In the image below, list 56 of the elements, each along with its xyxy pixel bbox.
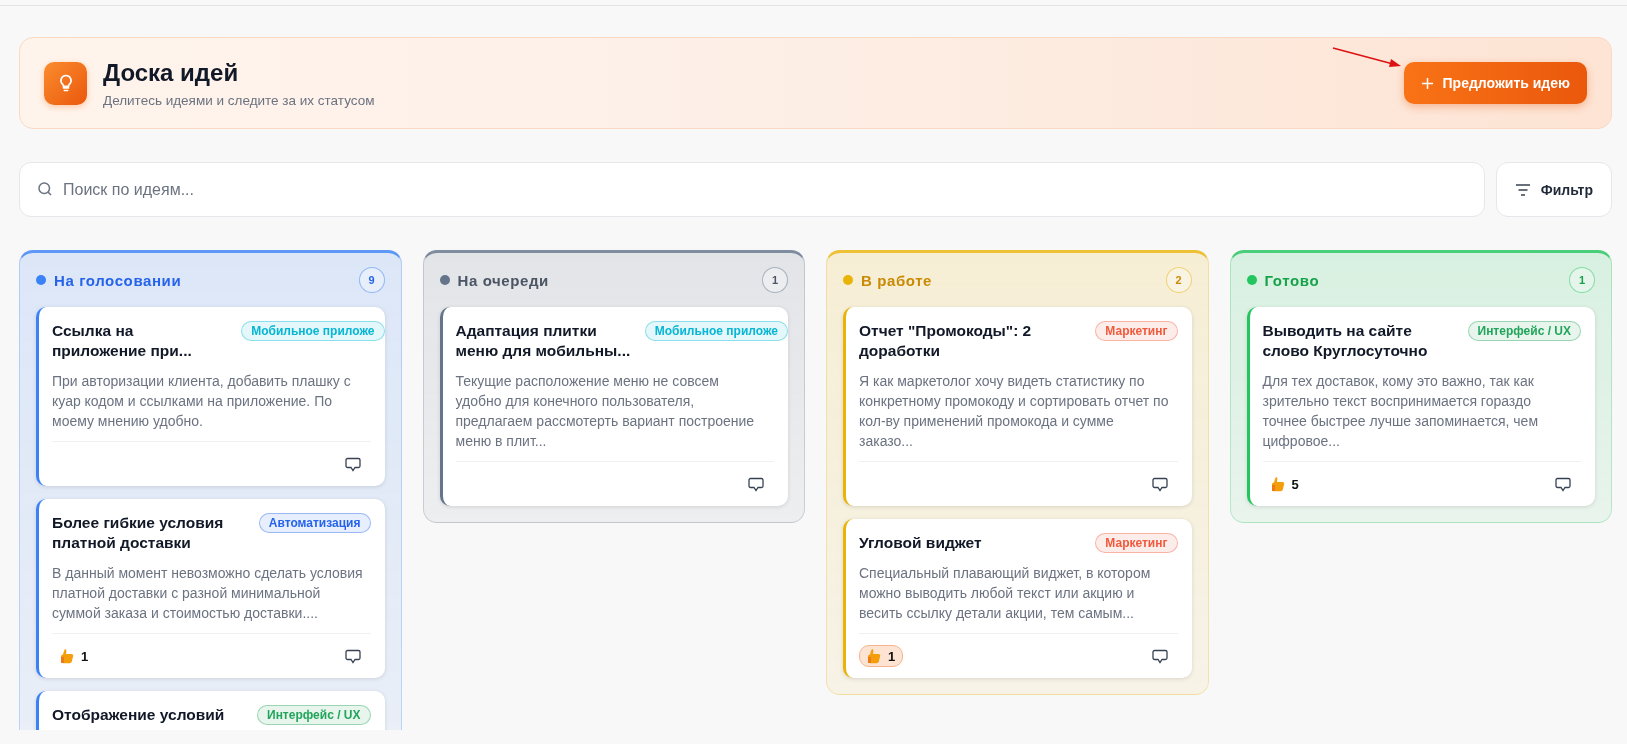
thumbs-up-icon	[60, 648, 74, 664]
comment-icon[interactable]	[1555, 476, 1571, 492]
card-title: Отображение условий	[52, 705, 226, 725]
page-subtitle: Делитесь идеями и следите за их статусом	[103, 92, 376, 108]
thumbs-up-icon	[867, 648, 881, 664]
card-title: Отчет "Промокоды": 2 доработки	[859, 321, 1033, 361]
card-description: Текущие расположение меню не совсем удобно для конечного пользователя, предлагаем рассмотерть вариант построение меню в плит...	[455, 372, 756, 451]
arrow-drawing	[1331, 45, 1403, 69]
count-badge: 1	[762, 267, 788, 293]
column-title: На очереди	[457, 271, 550, 289]
idea-card[interactable]: Отчет "Промокоды": 2 доработки Маркетинг Я как маркетолог хочу видеть статистику по конкретному промокоду и сортировать отчет по кол-ву применений промокода и сумме заказо...	[843, 307, 1192, 506]
category-tag: Интерфейс / UX	[1467, 321, 1581, 341]
vote-button[interactable]: 5	[1262, 473, 1307, 495]
search-icon	[36, 180, 54, 198]
comment-icon[interactable]	[344, 456, 361, 472]
card-title: Адаптация плитки меню для мобильны...	[455, 321, 632, 361]
category-tag: Мобильное приложе	[644, 321, 788, 341]
count-badge: 9	[358, 267, 385, 293]
column-title: На голосовании	[54, 271, 183, 289]
column-title: Готово	[1264, 271, 1321, 289]
card-description: Я как маркетолог хочу видеть статистику по конкретному промокоду и сортировать отчет по кол-ву применений промокода и сумме заказо...	[859, 372, 1170, 451]
comment-icon[interactable]	[748, 476, 764, 492]
count-badge: 2	[1165, 267, 1192, 293]
category-tag: Маркетинг	[1095, 533, 1178, 553]
card-description: Для тех доставок, кому это важно, так как зрительно текст воспринимается гораздо точнее быстрее лучше запоминается, чем цифровое...	[1262, 372, 1539, 451]
filter-icon	[1514, 182, 1531, 197]
idea-card[interactable]: Ссылка на приложение при... Мобильное приложе При авторизации клиента, добавить плашку с куар кодом и ссылками на приложение. По моему мнению удобно.	[36, 307, 385, 486]
comment-icon[interactable]	[1151, 648, 1168, 664]
card-description: В данный момент невозможно сделать условия платной доставки с разной минимальной суммой заказа и стоимостью доставки....	[52, 564, 364, 623]
card-title: Ссылка на приложение при...	[52, 321, 193, 361]
lightbulb-icon	[44, 61, 87, 105]
card-title: Угловой виджет	[859, 533, 983, 553]
idea-card[interactable]: Угловой виджет Маркетинг Специальный плавающий виджет, в котором можно выводить любой текст или акцию и весить ссылку детали акции, тем самым... 1	[843, 519, 1192, 678]
idea-card[interactable]: Отображение условий Интерфейс / UX	[36, 691, 385, 730]
filter-button[interactable]: Фильтр	[1495, 162, 1612, 217]
idea-card[interactable]: Адаптация плитки меню для мобильны... Мобильное приложе Текущие расположение меню не совсем удобно для конечного пользователя, предлагаем рассмотерть вариант построение меню в плит...	[439, 307, 788, 506]
category-tag: Мобильное приложе	[241, 321, 385, 341]
card-description: При авторизации клиента, добавить плашку с куар кодом и ссылками на приложение. По моему мнению удобно.	[52, 372, 352, 431]
thumbs-up-icon	[1270, 476, 1285, 492]
card-title: Выводить на сайте слово Круглосуточно	[1262, 321, 1429, 361]
category-tag: Маркетинг	[1095, 321, 1178, 341]
comment-icon[interactable]	[1151, 476, 1168, 492]
page-title: Доска идей	[103, 58, 240, 87]
card-title: Более гибкие условия платной доставки	[52, 513, 225, 553]
count-badge: 1	[1569, 267, 1595, 293]
card-description: Специальный плавающий виджет, в котором можно выводить любой текст или акцию и весить ссылку детали акции, тем самым...	[859, 564, 1152, 623]
idea-card[interactable]: Выводить на сайте слово Круглосуточно Интерфейс / UX Для тех доставок, кому это важно, так как зрительно текст воспринимается гораздо точнее быстрее лучше запоминается, чем цифровое... 5	[1246, 307, 1595, 506]
vote-button[interactable]: 1	[859, 645, 904, 667]
category-tag: Интерфейс / UX	[257, 705, 371, 725]
vote-button[interactable]: 1	[52, 645, 97, 667]
idea-card[interactable]: Более гибкие условия платной доставки Автоматизация В данный момент невозможно сделать условия платной доставки с разной минимальной суммой заказа и стоимостью доставки.... 1	[36, 499, 385, 678]
category-tag: Автоматизация	[258, 513, 371, 533]
comment-icon[interactable]	[344, 648, 361, 664]
plus-icon	[1420, 76, 1434, 90]
search-field[interactable]: Поиск по идеям...	[19, 162, 1485, 217]
column-title: В работе	[861, 271, 934, 289]
